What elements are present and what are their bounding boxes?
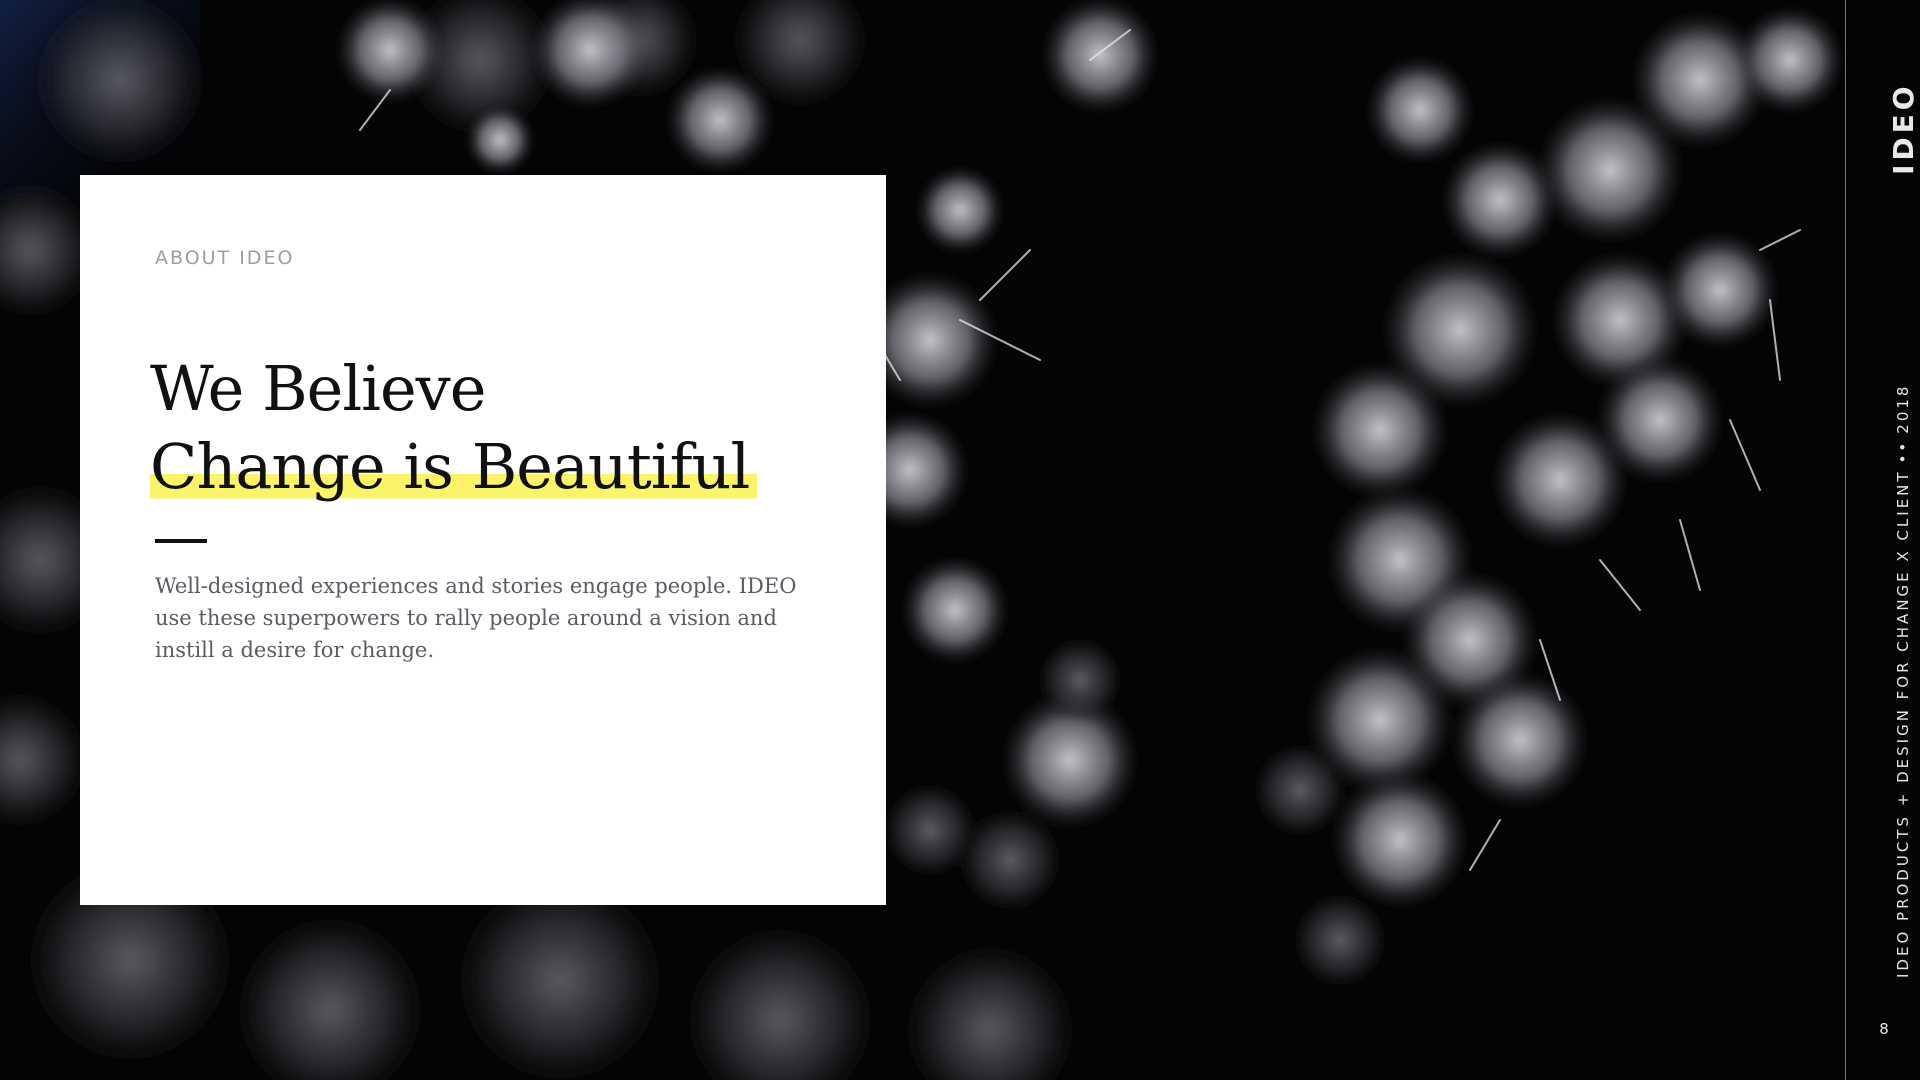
slide: ABOUT IDEO We Believe Change is Beautifu… bbox=[0, 0, 1920, 1080]
divider-rule bbox=[155, 539, 207, 543]
footer-year: 2018 bbox=[1894, 383, 1912, 434]
headline-line-1: We Believe bbox=[150, 352, 486, 425]
content-card: ABOUT IDEO We Believe Change is Beautifu… bbox=[80, 175, 886, 905]
eyebrow-label: ABOUT IDEO bbox=[155, 247, 295, 269]
sidebar-divider bbox=[1845, 0, 1846, 1080]
footer-separator: •• bbox=[1894, 439, 1912, 464]
body-text: Well-designed experiences and stories en… bbox=[155, 574, 797, 662]
headline-line-2: Change is Beautiful bbox=[150, 428, 758, 506]
headline: We Believe Change is Beautiful bbox=[150, 350, 758, 506]
page-number: 8 bbox=[1879, 1020, 1889, 1038]
footer-caption: IDEO PRODUCTS + DESIGN FOR CHANGE X CLIE… bbox=[1894, 384, 1912, 978]
highlighted-text: Change is Beautiful bbox=[150, 430, 758, 503]
ideo-logo: IDEO bbox=[1887, 82, 1920, 175]
footer-title: IDEO PRODUCTS + DESIGN FOR CHANGE X CLIE… bbox=[1894, 469, 1912, 978]
